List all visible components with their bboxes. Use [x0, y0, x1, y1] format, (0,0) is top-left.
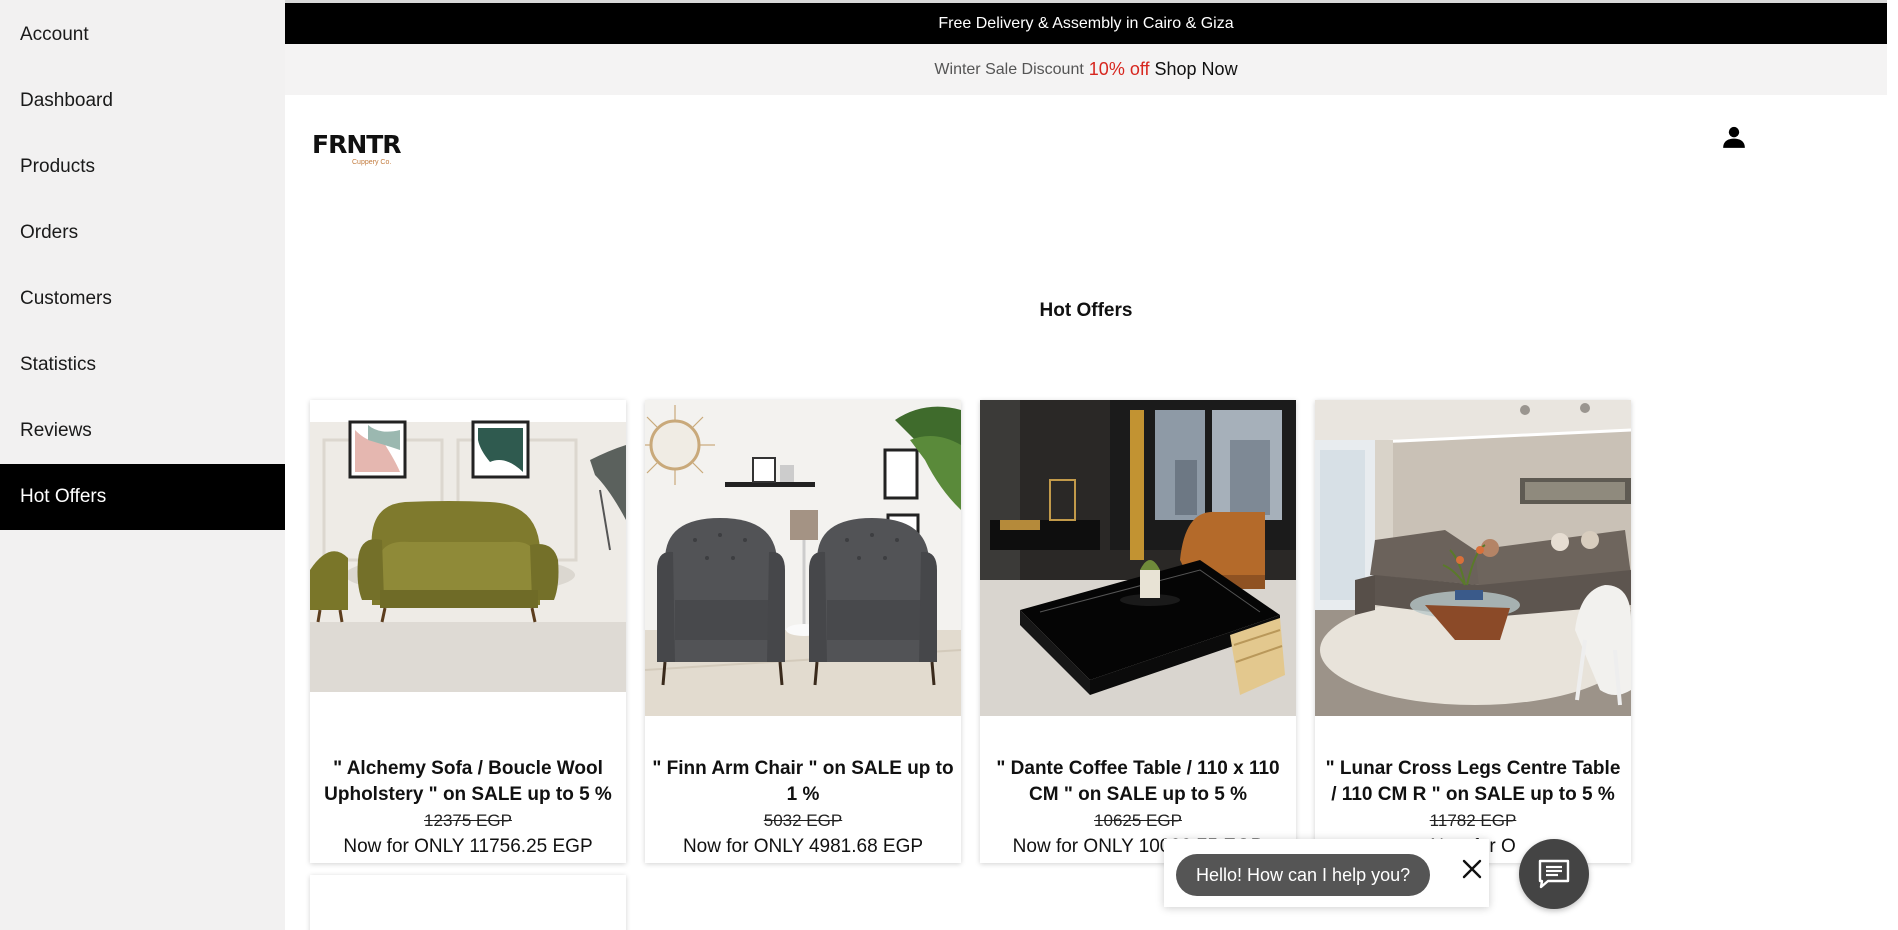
- brand-tagline: Cuppery Co.: [352, 159, 392, 166]
- product-card[interactable]: " Finn Arm Chair " on SALE up to 1 % 503…: [645, 400, 961, 863]
- sidebar-item-reviews[interactable]: Reviews: [0, 398, 285, 464]
- sidebar-item-label: Hot Offers: [20, 486, 107, 507]
- sidebar-item-label: Statistics: [20, 354, 97, 375]
- sale-percent: 10% off: [1088, 59, 1150, 79]
- close-icon[interactable]: [1460, 857, 1484, 881]
- product-name: " Dante Coffee Table / 110 x 110 CM " on…: [996, 758, 1280, 805]
- announcement-bar: Free Delivery & Assembly in Cairo & Giza: [285, 3, 1887, 44]
- sidebar-item-label: Reviews: [20, 420, 92, 441]
- chat-button[interactable]: [1519, 839, 1589, 909]
- product-info: " Finn Arm Chair " on SALE up to 1 % 503…: [651, 756, 955, 860]
- sidebar-item-orders[interactable]: Orders: [0, 200, 285, 266]
- sidebar-item-hot-offers[interactable]: Hot Offers: [0, 464, 285, 530]
- product-info: " Alchemy Sofa / Boucle Wool Upholstery …: [316, 756, 620, 860]
- product-old-price: 5032 EGP: [763, 811, 843, 830]
- product-old-price: 11782 EGP: [1429, 811, 1517, 830]
- page-title: Hot Offers: [1039, 300, 1133, 321]
- sidebar-item-label: Customers: [20, 288, 112, 309]
- product-card[interactable]: " Alchemy Sofa / Boucle Wool Upholstery …: [310, 400, 626, 863]
- product-image: [310, 400, 626, 716]
- sale-text: Winter Sale Discount: [934, 60, 1084, 78]
- product-card[interactable]: " Lunar Cross Legs Centre Table / 110 CM…: [1315, 400, 1631, 863]
- announcement-text: Free Delivery & Assembly in Cairo & Giza: [938, 14, 1234, 32]
- sidebar-item-account[interactable]: Account: [0, 2, 285, 68]
- brand-logo[interactable]: FRNTR Cuppery Co.: [312, 130, 402, 166]
- product-image: [980, 400, 1296, 716]
- product-name: " Alchemy Sofa / Boucle Wool Upholstery …: [324, 758, 612, 805]
- sidebar-item-customers[interactable]: Customers: [0, 266, 285, 332]
- product-card[interactable]: [310, 875, 626, 930]
- sidebar-item-label: Products: [20, 156, 95, 177]
- sidebar-item-label: Dashboard: [20, 90, 113, 111]
- sidebar-item-dashboard[interactable]: Dashboard: [0, 68, 285, 134]
- product-name: " Finn Arm Chair " on SALE up to 1 %: [652, 758, 954, 805]
- product-new-price: Now for ONLY 11756.25 EGP: [343, 836, 593, 857]
- sidebar: Account Dashboard Products Orders Custom…: [0, 0, 285, 930]
- chat-popup: Hello! How can I help you?: [1164, 839, 1489, 907]
- product-image: [645, 400, 961, 716]
- sale-banner: Winter Sale Discount 10% off Shop Now: [285, 44, 1887, 95]
- product-name: " Lunar Cross Legs Centre Table / 110 CM…: [1325, 758, 1621, 805]
- product-card[interactable]: " Dante Coffee Table / 110 x 110 CM " on…: [980, 400, 1296, 863]
- brand-name: FRNTR: [312, 130, 402, 159]
- product-new-price: Now for ONLY 4981.68 EGP: [682, 836, 924, 857]
- shop-now-link[interactable]: Shop Now: [1155, 59, 1238, 80]
- product-old-price: 12375 EGP: [424, 811, 512, 830]
- main-content: Free Delivery & Assembly in Cairo & Giza…: [285, 0, 1887, 930]
- sidebar-item-statistics[interactable]: Statistics: [0, 332, 285, 398]
- product-image: [1315, 400, 1631, 716]
- chat-icon: [1538, 859, 1570, 889]
- sidebar-item-label: Account: [20, 24, 89, 45]
- sidebar-item-label: Orders: [20, 222, 79, 243]
- product-old-price: 10625 EGP: [1094, 811, 1182, 830]
- user-icon[interactable]: [1721, 124, 1747, 150]
- sidebar-item-products[interactable]: Products: [0, 134, 285, 200]
- chat-greeting[interactable]: Hello! How can I help you?: [1176, 854, 1431, 896]
